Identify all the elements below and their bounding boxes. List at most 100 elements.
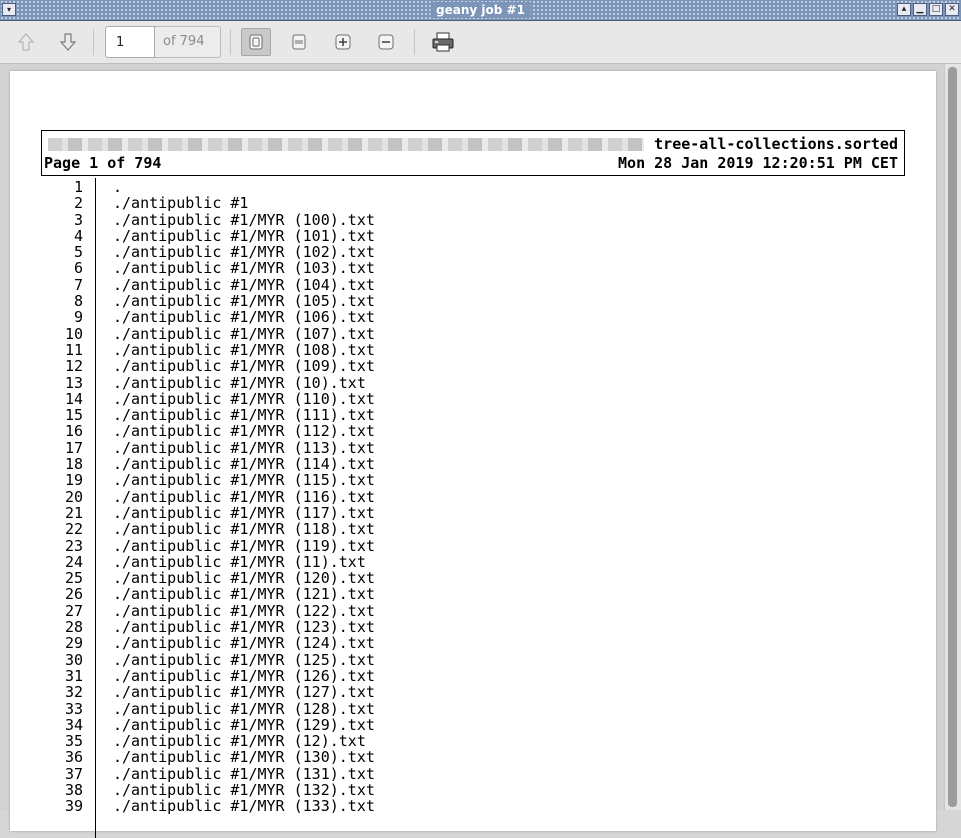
listing-row: 21 ./antipublic #1/MYR (117).txt: [10, 503, 910, 522]
listing-row: 20 ./antipublic #1/MYR (116).txt: [10, 487, 910, 506]
listing-row: 13 ./antipublic #1/MYR (10).txt: [10, 374, 910, 391]
line-text: ./antipublic #1/MYR (107).txt: [113, 324, 375, 343]
listing-row: 18 ./antipublic #1/MYR (114).txt: [10, 456, 910, 473]
header-page-label: Page 1 of 794: [44, 154, 162, 172]
fit-width-icon: [292, 34, 306, 50]
line-text: ./antipublic #1/MYR (110).txt: [113, 389, 375, 408]
page-header: tree-all-collections.sorted Page 1 of 79…: [41, 130, 905, 176]
window-title: geany job #1: [430, 2, 531, 18]
listing-row: 8 ./antipublic #1/MYR (105).txt: [10, 292, 910, 311]
maximize-button[interactable]: □: [929, 3, 943, 16]
line-number: 34: [64, 715, 83, 734]
line-number: 28: [64, 618, 83, 637]
line-text: ./antipublic #1/MYR (122).txt: [113, 601, 375, 620]
listing-row: 1.: [10, 178, 910, 196]
zoom-in-button[interactable]: [328, 28, 358, 56]
line-number: 35: [64, 732, 83, 751]
fit-page-button[interactable]: [241, 28, 271, 56]
listing-row: 25 ./antipublic #1/MYR (120).txt: [10, 570, 910, 587]
listing-row: 34 ./antipublic #1/MYR (129).txt: [10, 715, 910, 734]
line-text: ./antipublic #1/MYR (126).txt: [113, 666, 375, 685]
arrow-up-icon: [17, 33, 35, 51]
listing-row: 16 ./antipublic #1/MYR (112).txt: [10, 423, 910, 440]
minimize-button[interactable]: ▁: [913, 3, 927, 16]
line-text: ./antipublic #1/MYR (103).txt: [113, 259, 375, 278]
shade-button[interactable]: ▴: [897, 3, 911, 16]
line-text: ./antipublic #1/MYR (111).txt: [113, 406, 375, 425]
fit-width-button[interactable]: [284, 28, 314, 56]
listing-row: 2 ./antipublic #1: [10, 194, 910, 213]
line-text: ./antipublic #1/MYR (116).txt: [113, 487, 375, 506]
page-total-label: of 794: [155, 26, 221, 58]
listing-row: 10 ./antipublic #1/MYR (107).txt: [10, 324, 910, 343]
line-number: 20: [64, 487, 83, 506]
line-text: ./antipublic #1/MYR (106).txt: [113, 308, 375, 327]
line-number: 9: [73, 308, 83, 327]
line-number: 36: [64, 748, 83, 767]
close-button[interactable]: ✕: [945, 3, 959, 16]
print-preview-area[interactable]: tree-all-collections.sorted Page 1 of 79…: [0, 64, 961, 838]
line-number: 19: [64, 471, 83, 490]
line-text: ./antipublic #1/MYR (11).txt: [113, 552, 366, 571]
listing-row: 22 ./antipublic #1/MYR (118).txt: [10, 520, 910, 539]
line-text: ./antipublic #1/MYR (105).txt: [113, 292, 375, 311]
line-text: ./antipublic #1/MYR (119).txt: [113, 536, 375, 555]
line-number: 31: [64, 666, 83, 685]
arrow-down-icon: [59, 33, 77, 51]
line-number: 11: [64, 340, 83, 359]
line-text: ./antipublic #1/MYR (115).txt: [113, 471, 375, 490]
vertical-scrollbar[interactable]: [944, 64, 961, 810]
listing-row: 28 ./antipublic #1/MYR (123).txt: [10, 618, 910, 637]
line-text: ./antipublic #1/MYR (125).txt: [113, 650, 375, 669]
next-page-button[interactable]: [53, 28, 83, 56]
listing-row: 12 ./antipublic #1/MYR (109).txt: [10, 358, 910, 375]
line-number: 39: [64, 797, 83, 816]
line-text: ./antipublic #1/MYR (130).txt: [113, 748, 375, 767]
printer-icon: [432, 32, 454, 52]
listing-row: 30 ./antipublic #1/MYR (125).txt: [10, 650, 910, 669]
zoom-out-button[interactable]: [371, 28, 401, 56]
line-text: ./antipublic #1/MYR (108).txt: [113, 340, 375, 359]
line-number: 26: [64, 585, 83, 604]
line-text: ./antipublic #1/MYR (102).txt: [113, 243, 375, 262]
line-number: 30: [64, 650, 83, 669]
line-text: ./antipublic #1/MYR (129).txt: [113, 715, 375, 734]
line-number: 21: [64, 503, 83, 522]
line-text: ./antipublic #1/MYR (128).txt: [113, 699, 375, 718]
header-timestamp: Mon 28 Jan 2019 12:20:51 PM CET: [618, 154, 898, 172]
line-number: 10: [64, 324, 83, 343]
line-number: 24: [64, 552, 83, 571]
listing-row: 38 ./antipublic #1/MYR (132).txt: [10, 780, 910, 799]
line-text: ./antipublic #1: [113, 194, 249, 213]
line-text: ./antipublic #1/MYR (101).txt: [113, 226, 375, 245]
zoom-out-icon: [378, 34, 394, 50]
file-listing: 1. 2 ./antipublic #1 3 ./antipublic #1/MYR (…: [10, 179, 910, 815]
header-filename: tree-all-collections.sorted: [654, 135, 898, 153]
line-text: ./antipublic #1/MYR (100).txt: [113, 210, 375, 229]
line-number: 1: [73, 178, 83, 196]
listing-row: 37 ./antipublic #1/MYR (131).txt: [10, 765, 910, 782]
listing-row: 17 ./antipublic #1/MYR (113).txt: [10, 438, 910, 457]
toolbar: of 794: [0, 21, 961, 64]
line-number: 27: [64, 601, 83, 620]
line-text: ./antipublic #1/MYR (132).txt: [113, 780, 375, 799]
line-text: ./antipublic #1/MYR (117).txt: [113, 503, 375, 522]
listing-row: 14 ./antipublic #1/MYR (110).txt: [10, 389, 910, 408]
line-text: ./antipublic #1/MYR (121).txt: [113, 585, 375, 604]
print-button[interactable]: [428, 28, 458, 56]
line-number: 5: [73, 243, 83, 262]
line-number: 2: [73, 194, 83, 213]
listing-row: 24 ./antipublic #1/MYR (11).txt: [10, 552, 910, 571]
line-text: ./antipublic #1/MYR (123).txt: [113, 618, 375, 637]
scrollbar-thumb[interactable]: [948, 67, 957, 807]
listing-row: 32 ./antipublic #1/MYR (127).txt: [10, 684, 910, 701]
line-text: ./antipublic #1/MYR (113).txt: [113, 438, 375, 457]
previous-page-button[interactable]: [11, 28, 41, 56]
line-number: 22: [64, 520, 83, 539]
line-number: 23: [64, 536, 83, 555]
listing-row: 19 ./antipublic #1/MYR (115).txt: [10, 471, 910, 490]
window-menu-button[interactable]: ▾: [2, 3, 16, 16]
redacted-path: [48, 138, 644, 151]
page-number-input[interactable]: [105, 26, 155, 58]
title-bar[interactable]: ▾ geany job #1 ▴ ▁ □ ✕: [0, 0, 961, 21]
